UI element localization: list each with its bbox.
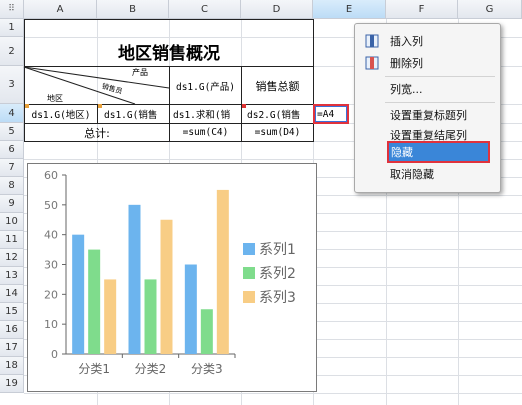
menu-item-label: 隐藏 xyxy=(391,146,413,159)
menu-item-label: 删除列 xyxy=(390,57,423,70)
cell-d3[interactable]: 销售总额 xyxy=(242,67,313,104)
bar-chart[interactable]: 0 10 20 30 40 50 60 分类1 分类2 分类3 系列1 系列2 系列3 xyxy=(27,163,317,392)
context-menu: 插入列 删除列 列宽... 设置重复标题列 设置重复结尾列 隐藏 取消隐藏 xyxy=(354,23,501,193)
menu-item-label: 设置重复标题列 xyxy=(390,109,467,122)
bar-3-3 xyxy=(216,189,229,354)
diagonal-header-region: 地区 xyxy=(47,93,63,103)
legend-label-1: 系列1 xyxy=(259,242,296,258)
menu-item-insert-column[interactable]: 插入列 xyxy=(355,30,498,52)
cell-b4[interactable]: ds1.G(销售 xyxy=(98,105,169,123)
legend-swatch-3 xyxy=(243,291,255,303)
legend-label-3: 系列3 xyxy=(259,290,296,306)
cell-c5[interactable]: =sum(C4) xyxy=(170,124,241,141)
x-tick-label: 分类3 xyxy=(191,362,223,376)
cell-marker xyxy=(25,104,29,108)
y-tick-label: 20 xyxy=(44,288,58,301)
cell-marker xyxy=(98,104,102,108)
chart-svg: 0 10 20 30 40 50 60 分类1 分类2 分类3 系列1 系列2 系列3 xyxy=(44,169,296,376)
bar-1-3 xyxy=(184,264,197,354)
legend-swatch-1 xyxy=(243,243,255,255)
y-tick-label: 50 xyxy=(44,199,58,212)
bar-3-2 xyxy=(160,219,173,354)
menu-item-column-width[interactable]: 列宽... xyxy=(355,78,498,100)
cell-a4[interactable]: ds1.G(地区) xyxy=(25,105,97,123)
cell-d4[interactable]: ds2.G(销售 xyxy=(242,105,313,123)
bar-2-1 xyxy=(88,249,101,354)
cell-e4-selected[interactable]: =A4 xyxy=(313,104,349,124)
cell-a5-total-label[interactable]: 总计: xyxy=(25,124,169,141)
bar-2-2 xyxy=(144,279,157,354)
bar-1-2 xyxy=(128,204,141,354)
report-title[interactable]: 地区销售概况 xyxy=(25,37,313,66)
cell-d5[interactable]: =sum(D4) xyxy=(242,124,313,141)
diagonal-header-product: 产品 xyxy=(132,67,148,77)
x-tick-label: 分类2 xyxy=(135,362,167,376)
cell-marker xyxy=(242,104,246,108)
menu-separator xyxy=(385,102,495,103)
y-tick-label: 40 xyxy=(44,229,58,242)
y-tick-label: 30 xyxy=(44,259,58,272)
legend-swatch-2 xyxy=(243,267,255,279)
bar-3-1 xyxy=(104,279,117,354)
menu-item-unhide[interactable]: 取消隐藏 xyxy=(355,163,498,185)
menu-separator xyxy=(385,76,495,77)
legend-label-2: 系列2 xyxy=(259,266,296,282)
y-tick-label: 10 xyxy=(44,318,58,331)
menu-item-label: 插入列 xyxy=(390,35,423,48)
insert-column-icon xyxy=(365,34,379,48)
menu-item-repeat-title-column[interactable]: 设置重复标题列 xyxy=(355,104,498,126)
menu-item-label: 列宽... xyxy=(390,83,423,96)
bar-1-1 xyxy=(72,234,85,354)
bar-2-3 xyxy=(200,309,213,354)
y-tick-label: 0 xyxy=(51,348,58,361)
x-tick-label: 分类1 xyxy=(78,362,110,376)
y-tick-label: 60 xyxy=(44,169,58,182)
menu-item-delete-column[interactable]: 删除列 xyxy=(355,52,498,74)
delete-column-icon xyxy=(365,56,379,70)
menu-item-hide[interactable]: 隐藏 xyxy=(387,141,490,163)
cell-c4[interactable]: ds1.求和(销 xyxy=(170,105,241,123)
menu-item-label: 取消隐藏 xyxy=(390,168,434,181)
cell-c3[interactable]: ds1.G(产品) xyxy=(170,67,241,104)
